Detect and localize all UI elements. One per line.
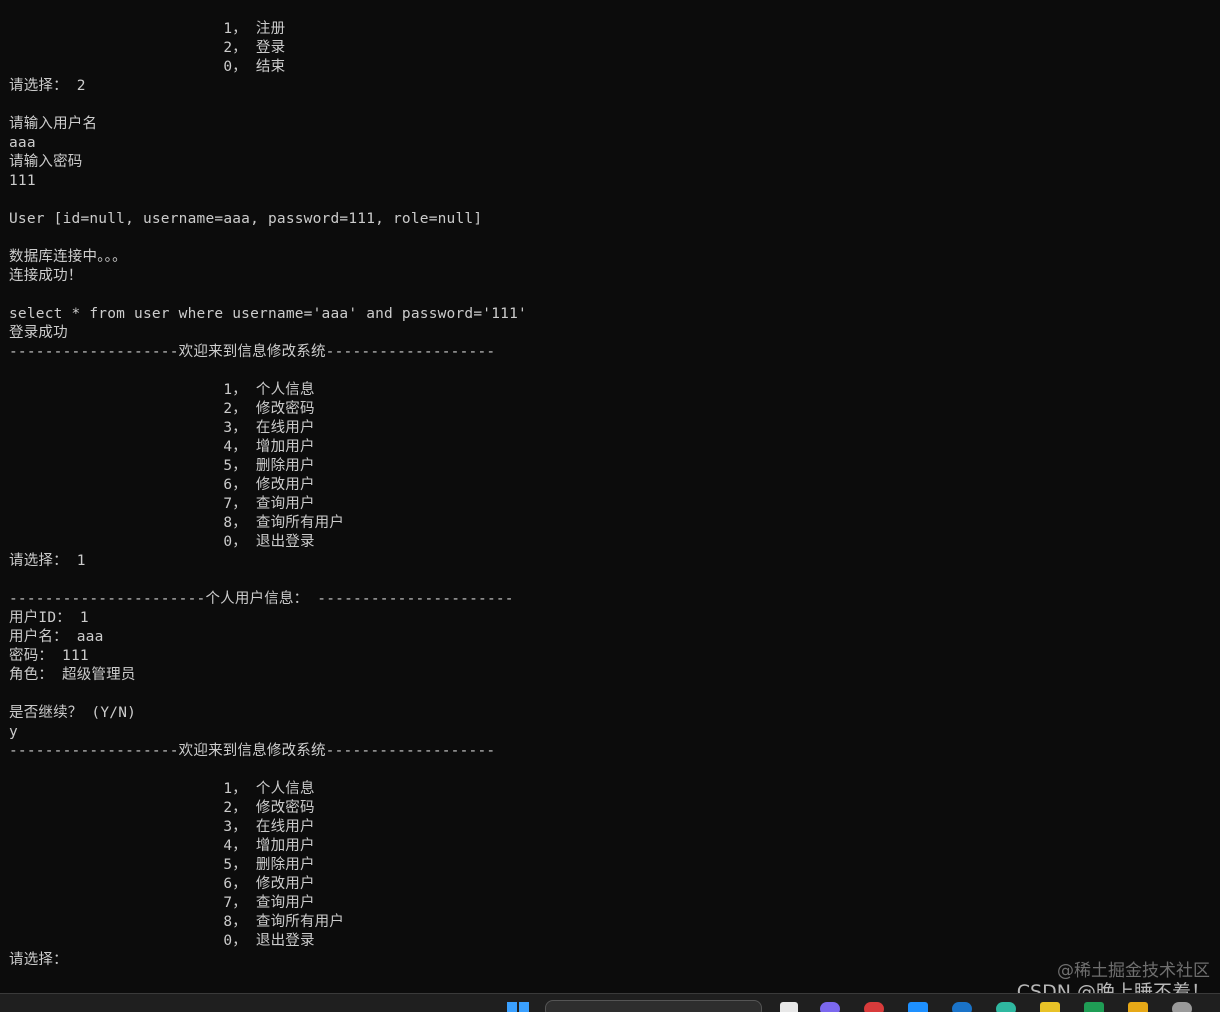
console-line: 1， 注册 — [9, 20, 527, 39]
console-line: 是否继续？ (Y/N) — [9, 704, 527, 723]
console-line: 2， 修改密码 — [9, 400, 527, 419]
console-line — [9, 362, 527, 381]
console-line: 请选择： 2 — [9, 77, 527, 96]
console-line: ----------------------个人用户信息： ----------… — [9, 590, 527, 609]
console-line: 用户ID： 1 — [9, 609, 527, 628]
taskbar-search-box[interactable] — [545, 1000, 762, 1012]
console-window[interactable]: 1， 注册 2， 登录 0， 结束请选择： 2 请输入用户名aaa请输入密码111… — [0, 0, 1220, 993]
console-line: 6， 修改用户 — [9, 476, 527, 495]
console-line — [9, 96, 527, 115]
console-line: 7， 查询用户 — [9, 495, 527, 514]
console-line — [9, 286, 527, 305]
console-line: 4， 增加用户 — [9, 438, 527, 457]
console-line: 3， 在线用户 — [9, 818, 527, 837]
console-line: 登录成功 — [9, 324, 527, 343]
console-line: aaa — [9, 134, 527, 153]
console-line — [9, 761, 527, 780]
console-line: 7， 查询用户 — [9, 894, 527, 913]
console-output: 1， 注册 2， 登录 0， 结束请选择： 2 请输入用户名aaa请输入密码111… — [9, 20, 527, 970]
console-line: 5， 删除用户 — [9, 856, 527, 875]
console-line: User [id=null, username=aaa, password=11… — [9, 210, 527, 229]
taskbar — [0, 993, 1220, 1012]
console-line: 0， 退出登录 — [9, 533, 527, 552]
console-line — [9, 685, 527, 704]
console-line: 角色： 超级管理员 — [9, 666, 527, 685]
console-line: 1， 个人信息 — [9, 381, 527, 400]
console-line: 1， 个人信息 — [9, 780, 527, 799]
console-line: 3， 在线用户 — [9, 419, 527, 438]
console-line — [9, 229, 527, 248]
console-line — [9, 571, 527, 590]
console-line — [9, 191, 527, 210]
console-line: 8， 查询所有用户 — [9, 514, 527, 533]
console-line: 0， 退出登录 — [9, 932, 527, 951]
console-line: select * from user where username='aaa' … — [9, 305, 527, 324]
console-line: 请选择： 1 — [9, 552, 527, 571]
console-line: 用户名： aaa — [9, 628, 527, 647]
console-line: 请输入用户名 — [9, 115, 527, 134]
console-line: 111 — [9, 172, 527, 191]
console-line: 0， 结束 — [9, 58, 527, 77]
console-line: 2， 登录 — [9, 39, 527, 58]
console-line: 5， 删除用户 — [9, 457, 527, 476]
console-line: y — [9, 723, 527, 742]
console-line: 8， 查询所有用户 — [9, 913, 527, 932]
console-line: -------------------欢迎来到信息修改系统-----------… — [9, 742, 527, 761]
console-line: 2， 修改密码 — [9, 799, 527, 818]
console-line: 6， 修改用户 — [9, 875, 527, 894]
console-line: -------------------欢迎来到信息修改系统-----------… — [9, 343, 527, 362]
console-line: 连接成功！ — [9, 267, 527, 286]
console-line: 数据库连接中。。。 — [9, 248, 527, 267]
console-line: 请选择： — [9, 951, 527, 970]
console-line: 请输入密码 — [9, 153, 527, 172]
console-line: 密码： 111 — [9, 647, 527, 666]
console-line: 4， 增加用户 — [9, 837, 527, 856]
